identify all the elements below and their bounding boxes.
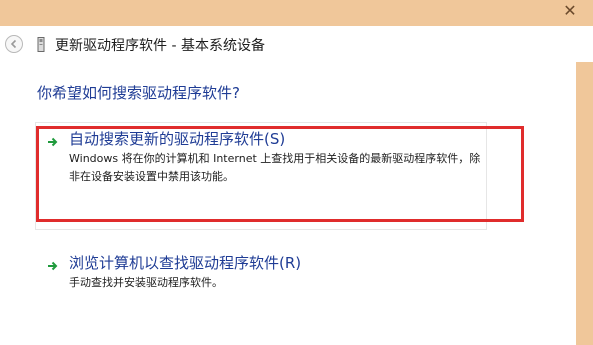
back-button[interactable] xyxy=(5,35,23,53)
option-browse-description: 手动查找并安装驱动程序软件。 xyxy=(69,276,223,289)
title-bar: ✕ xyxy=(0,0,593,26)
green-arrow-icon xyxy=(48,261,58,271)
option-browse-computer[interactable]: 浏览计算机以查找驱动程序软件(R) 手动查找并安装驱动程序软件。 xyxy=(39,252,487,312)
wizard-content: 你希望如何搜索驱动程序软件? 自动搜索更新的驱动程序软件(S) Windows … xyxy=(0,62,576,345)
close-icon: ✕ xyxy=(563,1,577,20)
search-question: 你希望如何搜索驱动程序软件? xyxy=(37,84,240,102)
device-icon xyxy=(37,37,45,52)
close-button[interactable]: ✕ xyxy=(549,0,591,21)
wizard-header: 更新驱动程序软件 - 基本系统设备 xyxy=(0,26,593,62)
wizard-title: 更新驱动程序软件 - 基本系统设备 xyxy=(55,38,265,54)
red-highlight-box xyxy=(36,126,524,222)
back-arrow-icon xyxy=(10,39,17,49)
window-border xyxy=(576,62,593,345)
dialog-window: ✕ 更新驱动程序软件 - 基本系统设备 你希望如何搜索驱动程序软件? 自动搜索更… xyxy=(0,0,593,345)
option-browse-title: 浏览计算机以查找驱动程序软件(R) xyxy=(69,254,302,272)
